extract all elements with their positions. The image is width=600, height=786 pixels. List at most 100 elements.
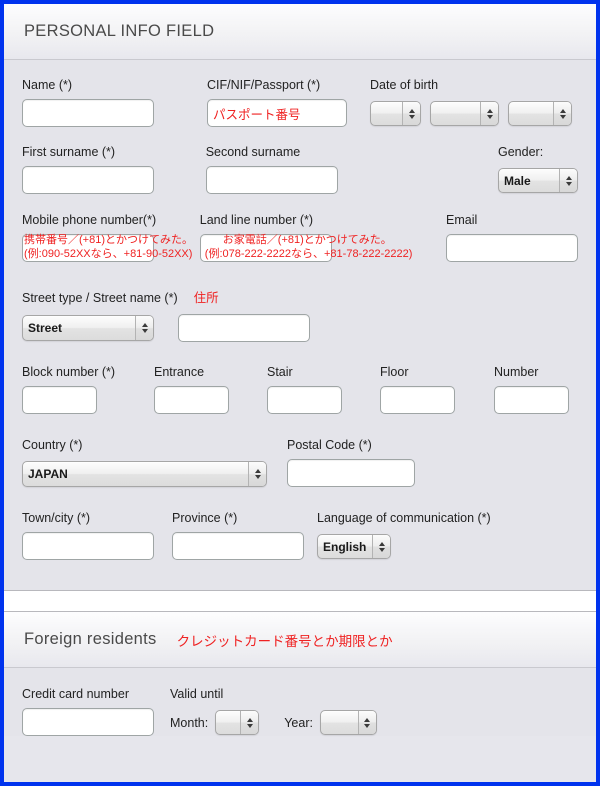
field-stair: Stair — [267, 364, 380, 414]
form-page: PERSONAL INFO FIELD Name (*) CIF/NIF/Pas… — [0, 0, 600, 786]
block-number-label: Block number (*) — [22, 365, 116, 379]
foreign-residents-annotation: クレジットカード番号とか期限とか — [176, 633, 393, 649]
entrance-input[interactable] — [154, 386, 229, 414]
town-city-label: Town/city (*) — [22, 511, 91, 525]
foreign-residents-title: Foreign residents — [24, 630, 157, 648]
name-input[interactable] — [22, 99, 154, 127]
credit-card-number-input[interactable] — [22, 708, 154, 736]
valid-until-label: Valid until — [170, 687, 224, 701]
country-label: Country (*) — [22, 438, 83, 452]
row-country-postal: Country (*) JAPAN Postal Code (*) — [22, 414, 578, 487]
chevron-updown-icon — [135, 316, 153, 340]
language-select[interactable]: English — [317, 534, 391, 559]
row-surnames-gender: First surname (*) Second surname Gender:… — [22, 127, 578, 194]
first-surname-label: First surname (*) — [22, 145, 116, 159]
block-number-input[interactable] — [22, 386, 97, 414]
personal-info-header: PERSONAL INFO FIELD — [4, 4, 596, 60]
field-date-of-birth: Date of birth — [370, 77, 572, 126]
row-town-province-language: Town/city (*) Province (*) Language of c… — [22, 487, 578, 590]
row-address-details: Block number (*) Entrance Stair Floor Nu… — [22, 342, 578, 414]
row-name-passport-dob: Name (*) CIF/NIF/Passport (*) Date of bi… — [22, 60, 578, 127]
dob-day-value — [371, 102, 402, 125]
email-label: Email — [446, 213, 478, 227]
chevron-updown-icon — [559, 169, 577, 192]
field-floor: Floor — [380, 364, 494, 414]
stair-input[interactable] — [267, 386, 342, 414]
year-select[interactable] — [319, 710, 377, 735]
field-credit-card-number: Credit card number — [22, 686, 170, 736]
chevron-updown-icon — [357, 711, 376, 734]
dob-year-select[interactable] — [508, 101, 572, 126]
field-town-city: Town/city (*) — [22, 510, 172, 560]
section-divider — [4, 590, 596, 612]
field-passport: CIF/NIF/Passport (*) — [207, 77, 370, 127]
country-value: JAPAN — [28, 467, 68, 481]
field-postal-code: Postal Code (*) — [287, 437, 415, 487]
street-type-value: Street — [28, 321, 63, 335]
language-value: English — [323, 539, 367, 554]
street-annotation: 住所 — [193, 291, 219, 305]
dob-day-select[interactable] — [370, 101, 421, 126]
field-gender: Gender: Male — [498, 144, 578, 193]
street-label: Street type / Street name (*) — [22, 291, 178, 305]
passport-input[interactable] — [207, 99, 347, 127]
street-name-input[interactable] — [178, 314, 310, 342]
field-first-surname: First surname (*) — [22, 144, 206, 194]
field-entrance: Entrance — [154, 364, 267, 414]
entrance-label: Entrance — [154, 365, 205, 379]
row-phones-email: Mobile phone number(*) 携帯番号／(+81)とかつけてみた… — [22, 194, 578, 262]
number-input[interactable] — [494, 386, 569, 414]
street-type-select[interactable]: Street — [22, 315, 154, 341]
row-credit-card: Credit card number Valid until Month: Ye… — [22, 668, 578, 736]
field-name: Name (*) — [22, 77, 207, 127]
year-label: Year: — [284, 715, 313, 730]
month-label: Month: — [170, 715, 209, 730]
town-city-input[interactable] — [22, 532, 154, 560]
field-language: Language of communication (*) English — [317, 510, 491, 559]
field-email: Email — [446, 212, 578, 262]
dob-month-select[interactable] — [430, 101, 499, 126]
credit-card-number-label: Credit card number — [22, 687, 129, 701]
chevron-updown-icon — [402, 102, 420, 125]
section-foreign-residents: Foreign residents クレジットカード番号とか期限とか Credi… — [4, 612, 596, 736]
mobile-phone-label: Mobile phone number(*) — [22, 213, 157, 227]
dob-month-value — [431, 102, 480, 125]
gender-select[interactable]: Male — [498, 168, 578, 193]
second-surname-input[interactable] — [205, 166, 338, 194]
first-surname-input[interactable] — [22, 166, 154, 194]
stair-label: Stair — [267, 365, 293, 379]
page-title: PERSONAL INFO FIELD — [24, 22, 215, 40]
passport-label: CIF/NIF/Passport (*) — [207, 78, 321, 92]
field-block-number: Block number (*) — [22, 364, 154, 414]
row-street: Street type / Street name (*) 住所 Street — [22, 262, 578, 342]
floor-input[interactable] — [380, 386, 455, 414]
province-label: Province (*) — [172, 511, 238, 525]
number-label: Number — [494, 365, 539, 379]
country-select[interactable]: JAPAN — [22, 461, 267, 487]
chevron-updown-icon — [372, 535, 390, 558]
postal-code-label: Postal Code (*) — [287, 438, 372, 452]
province-input[interactable] — [172, 532, 304, 560]
foreign-residents-body: Credit card number Valid until Month: Ye… — [4, 668, 596, 736]
email-input[interactable] — [446, 234, 578, 262]
postal-code-input[interactable] — [287, 459, 415, 487]
second-surname-label: Second surname — [205, 145, 301, 159]
gender-label: Gender: — [498, 145, 544, 159]
field-province: Province (*) — [172, 510, 317, 560]
land-line-label: Land line number (*) — [199, 213, 314, 227]
gender-value: Male — [504, 173, 531, 188]
land-line-input[interactable] — [199, 234, 332, 262]
foreign-residents-header: Foreign residents クレジットカード番号とか期限とか — [4, 612, 596, 668]
dob-year-value — [509, 102, 553, 125]
field-land-line: Land line number (*) お家電話／(+81)とかつけてみた。 … — [199, 212, 446, 262]
date-of-birth-label: Date of birth — [370, 78, 439, 92]
field-number: Number — [494, 364, 569, 414]
field-second-surname: Second surname — [205, 144, 498, 194]
chevron-updown-icon — [240, 711, 259, 734]
chevron-updown-icon — [480, 102, 498, 125]
chevron-updown-icon — [553, 102, 571, 125]
field-mobile-phone: Mobile phone number(*) 携帯番号／(+81)とかつけてみた… — [22, 212, 200, 262]
name-label: Name (*) — [22, 78, 73, 92]
mobile-phone-input[interactable] — [22, 234, 154, 262]
month-select[interactable] — [215, 710, 260, 735]
